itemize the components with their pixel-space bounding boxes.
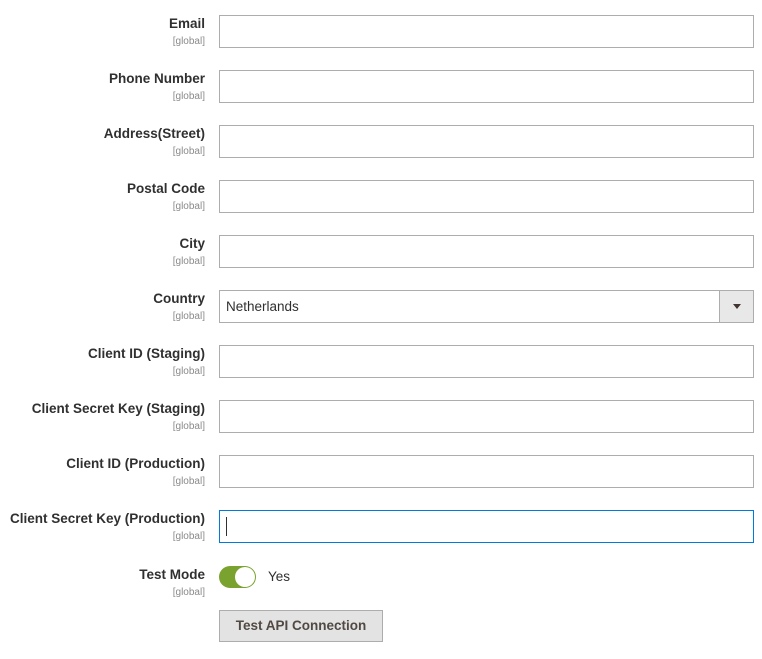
address-scope: [global]: [172, 146, 205, 157]
postal-code-scope: [global]: [172, 201, 205, 212]
client-secret-staging-label: Client Secret Key (Staging): [31, 401, 205, 416]
postal-code-field[interactable]: [219, 180, 754, 213]
test-mode-scope: [global]: [172, 587, 205, 598]
chevron-down-icon: [733, 304, 741, 309]
test-mode-label: Test Mode: [139, 567, 205, 582]
email-scope: [global]: [172, 36, 205, 47]
test-mode-toggle[interactable]: [219, 566, 256, 588]
test-mode-row: Test Mode [global] Yes: [0, 566, 762, 600]
address-row: Address(Street) [global]: [0, 125, 762, 159]
country-row: Country [global] Netherlands: [0, 290, 762, 324]
city-scope: [global]: [172, 256, 205, 267]
city-field[interactable]: [219, 235, 754, 268]
address-label: Address(Street): [103, 126, 205, 141]
text-caret: [226, 517, 227, 536]
country-select[interactable]: Netherlands: [219, 290, 754, 323]
country-scope: [global]: [172, 311, 205, 322]
client-secret-production-label: Client Secret Key (Production): [9, 511, 205, 526]
country-label: Country: [153, 291, 205, 306]
client-secret-production-row: Client Secret Key (Production) [global]: [0, 510, 762, 544]
client-secret-staging-scope: [global]: [172, 421, 205, 432]
dropdown-button[interactable]: [719, 291, 753, 322]
client-id-staging-scope: [global]: [172, 366, 205, 377]
client-id-production-row: Client ID (Production) [global]: [0, 455, 762, 489]
email-row: Email [global]: [0, 15, 762, 49]
address-street-field[interactable]: [219, 125, 754, 158]
postal-code-row: Postal Code [global]: [0, 180, 762, 214]
configuration-form: Email [global] Phone Number [global] Add…: [0, 0, 762, 659]
phone-scope: [global]: [172, 91, 205, 102]
phone-label: Phone Number: [108, 71, 205, 86]
phone-row: Phone Number [global]: [0, 70, 762, 104]
toggle-knob: [235, 567, 255, 587]
test-mode-value: Yes: [268, 569, 291, 584]
client-id-staging-row: Client ID (Staging) [global]: [0, 345, 762, 379]
client-secret-production-scope: [global]: [172, 531, 205, 542]
client-secret-staging-field[interactable]: [219, 400, 754, 433]
client-id-staging-field[interactable]: [219, 345, 754, 378]
client-secret-staging-row: Client Secret Key (Staging) [global]: [0, 400, 762, 434]
client-secret-production-field[interactable]: [219, 510, 754, 543]
email-field[interactable]: [219, 15, 754, 48]
country-selected-value: Netherlands: [226, 299, 299, 314]
city-label: City: [179, 236, 205, 251]
test-api-connection-button[interactable]: Test API Connection: [219, 610, 383, 642]
phone-number-field[interactable]: [219, 70, 754, 103]
city-row: City [global]: [0, 235, 762, 269]
client-id-staging-label: Client ID (Staging): [88, 346, 205, 361]
client-id-production-scope: [global]: [172, 476, 205, 487]
postal-code-label: Postal Code: [126, 181, 205, 196]
client-id-production-label: Client ID (Production): [66, 456, 205, 471]
client-id-production-field[interactable]: [219, 455, 754, 488]
email-label: Email: [168, 16, 205, 31]
